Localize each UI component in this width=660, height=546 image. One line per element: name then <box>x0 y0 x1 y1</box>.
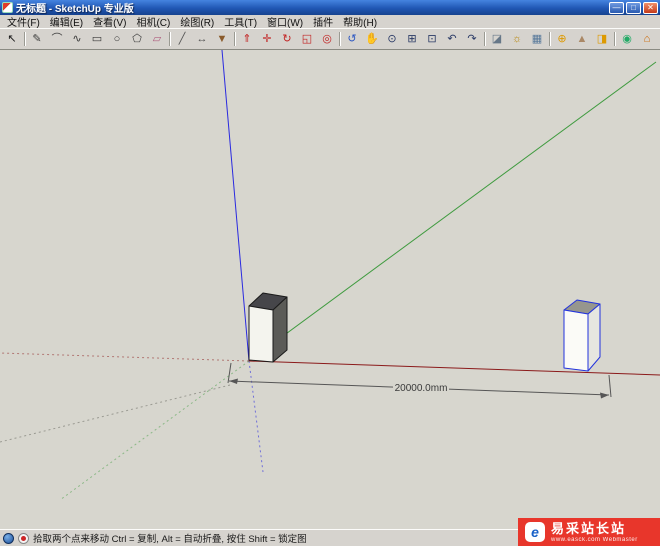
dimension-label: 20000.0mm <box>395 383 448 394</box>
menu-window[interactable]: 窗口(W) <box>262 14 308 29</box>
watermark-text: 易采站长站 www.easck.com Webmaster <box>551 522 638 543</box>
menu-file[interactable]: 文件(F) <box>2 14 45 29</box>
watermark: e 易采站长站 www.easck.com Webmaster <box>518 518 660 546</box>
move-tool-button[interactable]: ✛ <box>257 30 277 49</box>
sketchup-app-icon <box>2 2 13 13</box>
right-box-selected[interactable] <box>564 300 600 371</box>
toolbar: ↖ ✎ ⌒ ∿ ▭ ○ ⬠ ▱ ╱ ↔ ▼ ⇑ ✛ ↻ ◱ ◎ ↺ ✋ ⊙ ⊞ … <box>0 28 660 50</box>
blue-axis <box>222 50 249 361</box>
right-box-front-face[interactable] <box>564 310 588 371</box>
tape-measure-tool-button[interactable]: ╱ <box>172 30 192 49</box>
easck-logo-icon: e <box>525 522 545 542</box>
status-hint: 拾取两个点来移动 Ctrl = 复制, Alt = 自动折叠, 按住 Shift… <box>33 531 307 545</box>
push-pull-tool-button[interactable]: ⇑ <box>237 30 257 49</box>
menu-view[interactable]: 查看(V) <box>88 14 131 29</box>
freehand-tool-button[interactable]: ∿ <box>67 30 87 49</box>
get-models-button[interactable]: ⌂ <box>637 30 657 49</box>
dimension-arrow-right <box>600 393 609 399</box>
toolbar-separator <box>484 32 485 46</box>
title-bar: 无标题 - SketchUp 专业版 — □ ✕ <box>0 0 660 15</box>
window-controls: — □ ✕ <box>609 2 658 14</box>
dimension-tool-button[interactable]: ↔ <box>192 30 212 49</box>
select-tool-button[interactable]: ↖ <box>2 30 22 49</box>
section-plane-button[interactable]: ◪ <box>487 30 507 49</box>
preview-in-earth-button[interactable]: ◉ <box>617 30 637 49</box>
toolbar-separator <box>169 32 170 46</box>
inference-guide-line <box>0 385 230 442</box>
maximize-button[interactable]: □ <box>626 2 641 14</box>
offset-tool-button[interactable]: ◎ <box>317 30 337 49</box>
menu-plugins[interactable]: 插件 <box>308 14 338 29</box>
zoom-window-tool-button[interactable]: ⊞ <box>402 30 422 49</box>
close-button[interactable]: ✕ <box>643 2 658 14</box>
green-axis-dotted <box>60 361 249 500</box>
photo-textures-button[interactable]: ◨ <box>592 30 612 49</box>
red-axis-dotted <box>0 353 249 361</box>
arc-tool-button[interactable]: ⌒ <box>47 30 67 49</box>
eraser-tool-button[interactable]: ▱ <box>147 30 167 49</box>
rectangle-tool-button[interactable]: ▭ <box>87 30 107 49</box>
drawing-axes <box>0 50 660 500</box>
dimension-extension-right <box>609 375 611 397</box>
paint-bucket-tool-button[interactable]: ▼ <box>212 30 232 49</box>
next-view-button[interactable]: ↷ <box>462 30 482 49</box>
toolbar-separator <box>614 32 615 46</box>
scale-tool-button[interactable]: ◱ <box>297 30 317 49</box>
toolbar-separator <box>549 32 550 46</box>
credit-status-icon[interactable] <box>18 533 29 544</box>
shadows-button[interactable]: ☼ <box>507 30 527 49</box>
toolbar-separator <box>24 32 25 46</box>
pan-tool-button[interactable]: ✋ <box>362 30 382 49</box>
zoom-tool-button[interactable]: ⊙ <box>382 30 402 49</box>
watermark-subtitle: www.easck.com Webmaster <box>551 537 638 543</box>
toolbar-separator <box>234 32 235 46</box>
viewport[interactable]: 20000.0mm <box>0 50 660 529</box>
dimension-extension-left <box>228 363 231 383</box>
toggle-terrain-button[interactable]: ▲ <box>572 30 592 49</box>
blue-axis-dotted <box>249 361 263 472</box>
zoom-extents-tool-button[interactable]: ⊡ <box>422 30 442 49</box>
menu-help[interactable]: 帮助(H) <box>338 14 382 29</box>
minimize-button[interactable]: — <box>609 2 624 14</box>
polygon-tool-button[interactable]: ⬠ <box>127 30 147 49</box>
left-box-front-face[interactable] <box>249 306 273 362</box>
orbit-tool-button[interactable]: ↺ <box>342 30 362 49</box>
toolbar-separator <box>339 32 340 46</box>
menu-draw[interactable]: 绘图(R) <box>175 14 219 29</box>
menu-camera[interactable]: 相机(C) <box>131 14 175 29</box>
window-title: 无标题 - SketchUp 专业版 <box>16 0 606 15</box>
left-box[interactable] <box>249 293 287 362</box>
right-box-side-face[interactable] <box>588 304 600 371</box>
dimension-entity[interactable]: 20000.0mm <box>228 363 611 399</box>
menu-tools[interactable]: 工具(T) <box>219 14 262 29</box>
previous-view-button[interactable]: ↶ <box>442 30 462 49</box>
line-tool-button[interactable]: ✎ <box>27 30 47 49</box>
watermark-title: 易采站长站 <box>551 522 638 535</box>
geolocation-status-icon[interactable] <box>3 533 14 544</box>
red-axis <box>249 361 660 375</box>
menu-bar: 文件(F) 编辑(E) 查看(V) 相机(C) 绘图(R) 工具(T) 窗口(W… <box>0 15 660 28</box>
rotate-tool-button[interactable]: ↻ <box>277 30 297 49</box>
add-location-button[interactable]: ⊕ <box>552 30 572 49</box>
menu-edit[interactable]: 编辑(E) <box>45 14 88 29</box>
dimension-arrow-left <box>229 379 238 385</box>
styles-button[interactable]: ▦ <box>527 30 547 49</box>
viewport-canvas[interactable]: 20000.0mm <box>0 50 660 529</box>
circle-tool-button[interactable]: ○ <box>107 30 127 49</box>
